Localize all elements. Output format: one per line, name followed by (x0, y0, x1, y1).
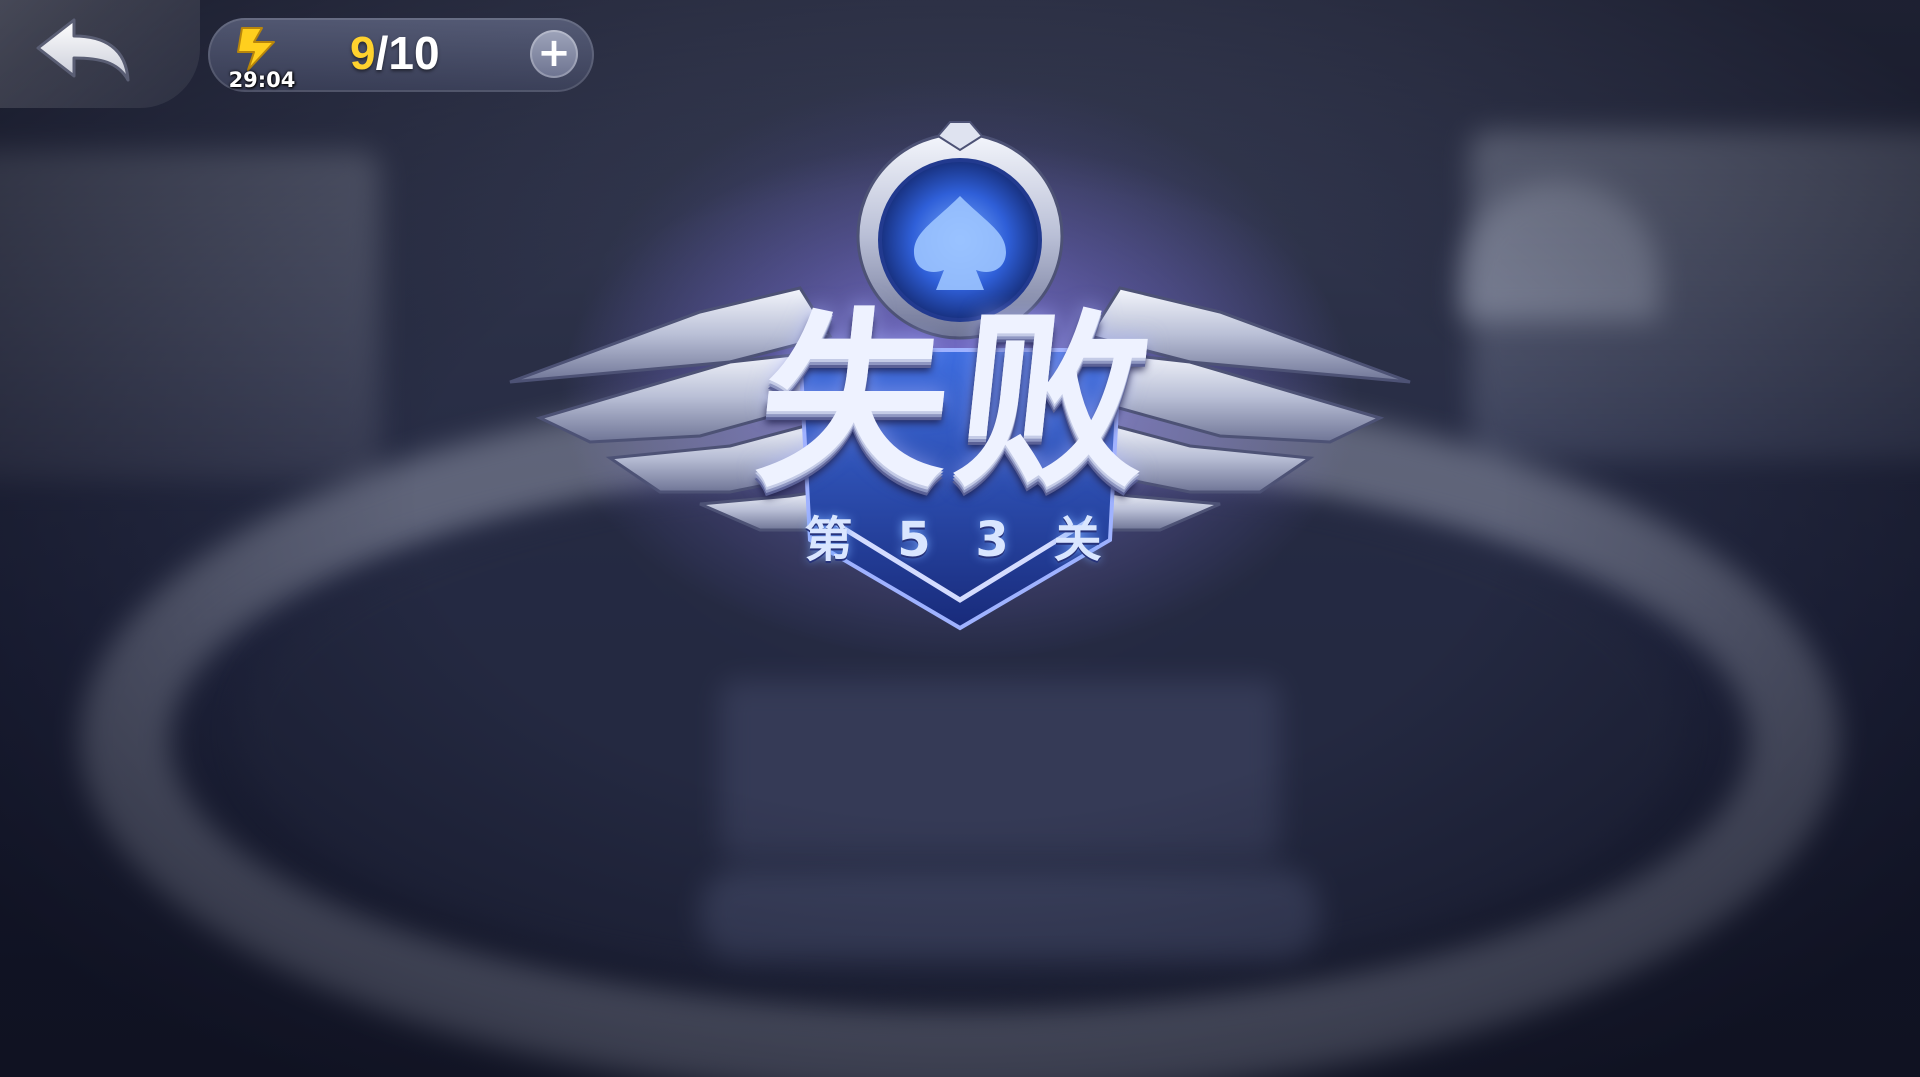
energy-timer: 29:04 (228, 68, 296, 92)
back-button[interactable] (0, 0, 200, 108)
energy-counter: 29:04 9/10 + (208, 18, 594, 92)
plus-icon: + (537, 30, 571, 76)
add-energy-button[interactable]: + (530, 30, 578, 78)
level-label: 第 5 3 关 (804, 512, 1116, 568)
background-building-left (0, 150, 380, 480)
background-blurred-button (700, 870, 1320, 960)
energy-current: 9 (350, 27, 376, 79)
defeat-title: 失败 (748, 292, 1168, 513)
defeat-badge: 失败 第 5 3 关 (500, 100, 1420, 660)
background-blurred-panel (720, 680, 1280, 860)
energy-max: /10 (375, 27, 440, 79)
game-screen: 29:04 9/10 + 失败 第 5 3 关 (0, 0, 1920, 1077)
back-arrow-icon (36, 18, 130, 82)
energy-lightning-icon (237, 27, 275, 71)
energy-count: 9/10 (350, 26, 440, 80)
